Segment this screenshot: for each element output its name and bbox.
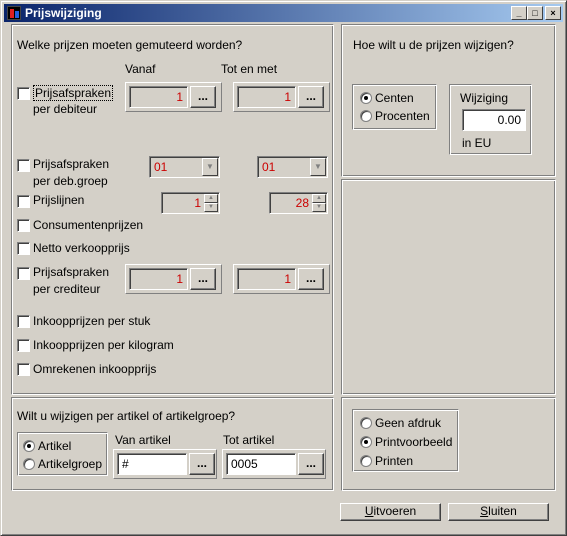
chevron-down-icon[interactable]: ▼ — [310, 158, 326, 176]
print-radio[interactable] — [360, 455, 372, 467]
from-article-label: Van artikel — [115, 433, 171, 447]
group-agreements-checkbox[interactable] — [17, 159, 30, 172]
purchase-per-kg-checkbox[interactable] — [17, 339, 30, 352]
creditor-to-lookup-button[interactable]: ... — [298, 268, 324, 290]
app-icon — [7, 6, 21, 20]
creditor-to-group: 1 ... — [233, 264, 330, 294]
change-method-panel: Hoe wilt u de prijzen wijzigen? Centen P… — [341, 24, 556, 177]
to-article-lookup-button[interactable]: ... — [298, 453, 324, 475]
spin-up-icon[interactable]: ▲ — [312, 194, 326, 203]
convert-purchase-label: Omrekenen inkoopprijs — [33, 362, 157, 376]
article-heading: Wilt u wijzigen per artikel of artikelgr… — [17, 409, 236, 423]
article-group-radio-label: Artikelgroep — [38, 457, 103, 471]
col-from-label: Vanaf — [125, 62, 156, 76]
debtor-from-lookup-button[interactable]: ... — [190, 86, 216, 108]
spin-down-icon[interactable]: ▼ — [204, 203, 218, 212]
article-radio[interactable] — [23, 440, 35, 452]
creditor-from-field[interactable]: 1 — [129, 268, 188, 290]
prices-panel: Welke prijzen moeten gemuteerd worden? V… — [11, 24, 334, 395]
change-label: Wijziging — [460, 91, 509, 105]
execute-button[interactable]: Uitvoeren — [340, 503, 441, 521]
creditor-agreements-checkbox[interactable] — [17, 267, 30, 280]
print-label: Printen — [375, 454, 414, 468]
prijswijziging-window: Prijswijziging _ □ × Welke prijzen moete… — [0, 0, 567, 536]
debtor-agreements-label-2: per debiteur — [33, 102, 98, 116]
close-label-accel: S — [480, 504, 489, 518]
execute-label-rest: itvoeren — [373, 504, 417, 518]
net-price-checkbox[interactable] — [17, 242, 30, 255]
percent-label: Procenten — [375, 109, 430, 123]
article-radio-label: Artikel — [38, 439, 72, 453]
debtor-agreements-checkbox[interactable] — [17, 87, 30, 100]
empty-panel — [341, 179, 556, 395]
chevron-down-icon[interactable]: ▼ — [202, 158, 218, 176]
price-lines-to-spinner[interactable]: 28 ▲ ▼ — [269, 192, 328, 214]
col-to-label: Tot en met — [221, 62, 278, 76]
change-method-heading: Hoe wilt u de prijzen wijzigen? — [353, 38, 514, 52]
spin-up-icon[interactable]: ▲ — [204, 194, 218, 203]
debtor-agreements-label-1: Prijsafspraken — [33, 85, 114, 101]
no-print-radio[interactable] — [360, 417, 372, 429]
price-lines-label: Prijslijnen — [33, 193, 85, 207]
article-radio-group: Artikel Artikelgroep — [17, 432, 108, 476]
print-preview-radio[interactable] — [360, 436, 372, 448]
creditor-from-group: 1 ... — [125, 264, 222, 294]
from-article-group: # ... — [113, 449, 217, 479]
cents-radio[interactable] — [360, 92, 372, 104]
maximize-button[interactable]: □ — [527, 6, 543, 20]
creditor-from-lookup-button[interactable]: ... — [190, 268, 216, 290]
cents-label: Centen — [375, 91, 414, 105]
minimize-button[interactable]: _ — [511, 6, 527, 20]
creditor-to-field[interactable]: 1 — [237, 268, 296, 290]
convert-purchase-checkbox[interactable] — [17, 363, 30, 376]
group-from-value: 01 — [154, 160, 168, 174]
article-panel: Wilt u wijzigen per artikel of artikelgr… — [11, 397, 334, 491]
percent-radio[interactable] — [360, 110, 372, 122]
prices-heading: Welke prijzen moeten gemuteerd worden? — [17, 38, 243, 52]
net-price-label: Netto verkoopprijs — [33, 241, 130, 255]
unit-label: in EU — [462, 136, 492, 150]
spin-down-icon[interactable]: ▼ — [312, 203, 326, 212]
unit-radio-group: Centen Procenten — [352, 84, 437, 130]
print-radio-group: Geen afdruk Printvoorbeeld Printen — [352, 409, 459, 472]
creditor-agreements-label-2: per crediteur — [33, 282, 101, 296]
title-bar[interactable]: Prijswijziging _ □ × — [4, 4, 563, 22]
print-panel: Geen afdruk Printvoorbeeld Printen — [341, 397, 556, 491]
to-article-group: 0005 ... — [222, 449, 326, 479]
window-title: Prijswijziging — [25, 6, 102, 20]
group-to-value: 01 — [262, 160, 276, 174]
group-agreements-label-1: Prijsafspraken — [33, 157, 110, 171]
to-article-input[interactable]: 0005 — [226, 453, 296, 475]
close-button[interactable]: × — [545, 6, 561, 20]
consumer-prices-checkbox[interactable] — [17, 219, 30, 232]
debtor-from-group: 1 ... — [125, 82, 222, 112]
no-print-label: Geen afdruk — [375, 416, 442, 430]
price-lines-checkbox[interactable] — [17, 195, 30, 208]
price-lines-to-value: 28 — [295, 196, 309, 210]
debtor-to-field[interactable]: 1 — [237, 86, 296, 108]
group-from-combo[interactable]: 01 ▼ — [149, 156, 220, 178]
creditor-agreements-label-1: Prijsafspraken — [33, 265, 110, 279]
group-agreements-label-2: per deb.groep — [33, 174, 108, 188]
price-lines-from-spinner[interactable]: 1 ▲ ▼ — [161, 192, 220, 214]
group-to-combo[interactable]: 01 ▼ — [257, 156, 328, 178]
change-amount-group: Wijziging 0.00 in EU — [449, 84, 532, 155]
debtor-from-field[interactable]: 1 — [129, 86, 188, 108]
print-preview-label: Printvoorbeeld — [375, 435, 453, 449]
debtor-to-group: 1 ... — [233, 82, 330, 112]
price-lines-from-value: 1 — [194, 196, 201, 210]
purchase-per-piece-label: Inkoopprijzen per stuk — [33, 314, 151, 328]
article-group-radio[interactable] — [23, 458, 35, 470]
consumer-prices-label: Consumentenprijzen — [33, 218, 144, 232]
close-label-rest: luiten — [488, 504, 517, 518]
from-article-input[interactable]: # — [117, 453, 187, 475]
from-article-lookup-button[interactable]: ... — [189, 453, 215, 475]
purchase-per-kg-label: Inkoopprijzen per kilogram — [33, 338, 174, 352]
debtor-to-lookup-button[interactable]: ... — [298, 86, 324, 108]
purchase-per-piece-checkbox[interactable] — [17, 315, 30, 328]
change-value-input[interactable]: 0.00 — [462, 109, 526, 131]
to-article-label: Tot artikel — [223, 433, 275, 447]
close-dialog-button[interactable]: Sluiten — [448, 503, 549, 521]
